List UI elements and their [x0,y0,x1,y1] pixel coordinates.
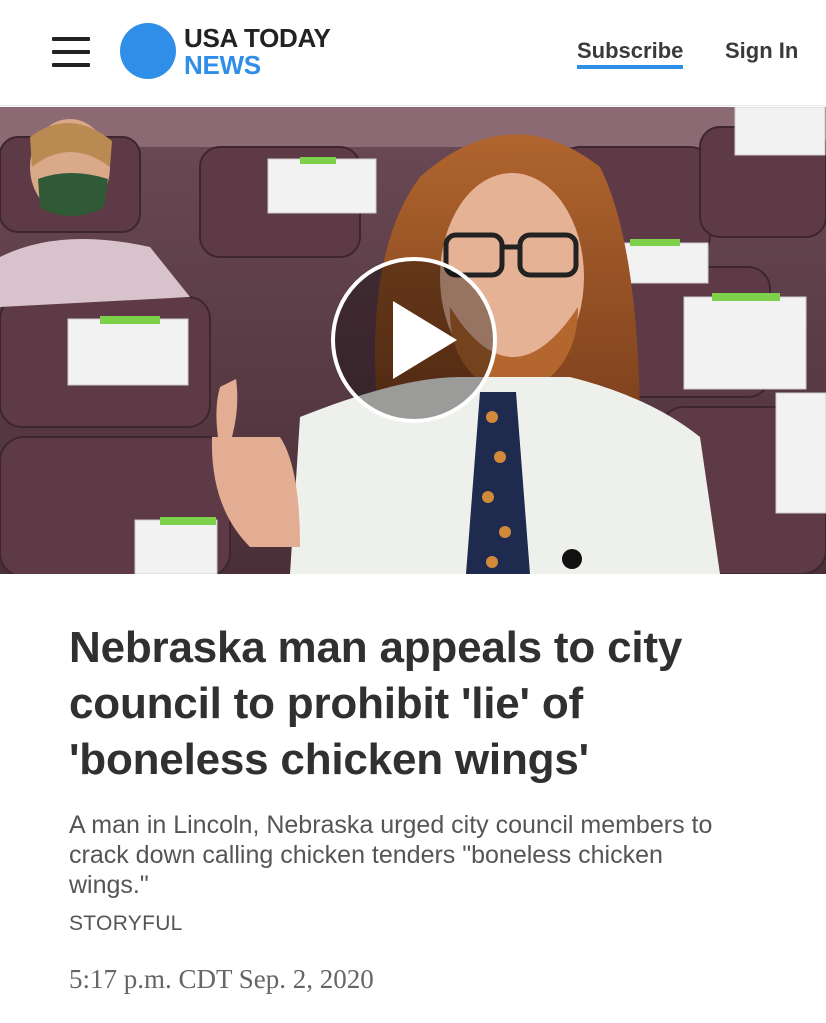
sign-in-link[interactable]: Sign In [725,38,798,64]
play-button[interactable] [331,257,497,423]
article-headline[interactable]: Nebraska man appeals to city council to … [69,620,769,788]
article-source: STORYFUL [69,912,183,935]
usa-today-logo[interactable]: USA TODAY NEWS [120,22,331,80]
hamburger-menu-icon[interactable] [52,37,90,67]
video-player[interactable] [0,107,826,574]
subscribe-link[interactable]: Subscribe [577,38,684,69]
menu-bar [52,37,90,41]
site-header: USA TODAY NEWS Subscribe Sign In [0,0,826,106]
logo-circle-icon [120,23,176,79]
article-summary: A man in Lincoln, Nebraska urged city co… [69,811,713,899]
menu-bar [52,63,90,67]
menu-bar [52,50,90,54]
article-timestamp: 5:17 p.m. CDT Sep. 2, 2020 [69,964,374,994]
logo-brand-name: USA TODAY [184,22,331,53]
logo-text: USA TODAY NEWS [184,25,331,78]
play-icon [393,301,457,379]
logo-section-name: NEWS [184,49,261,80]
